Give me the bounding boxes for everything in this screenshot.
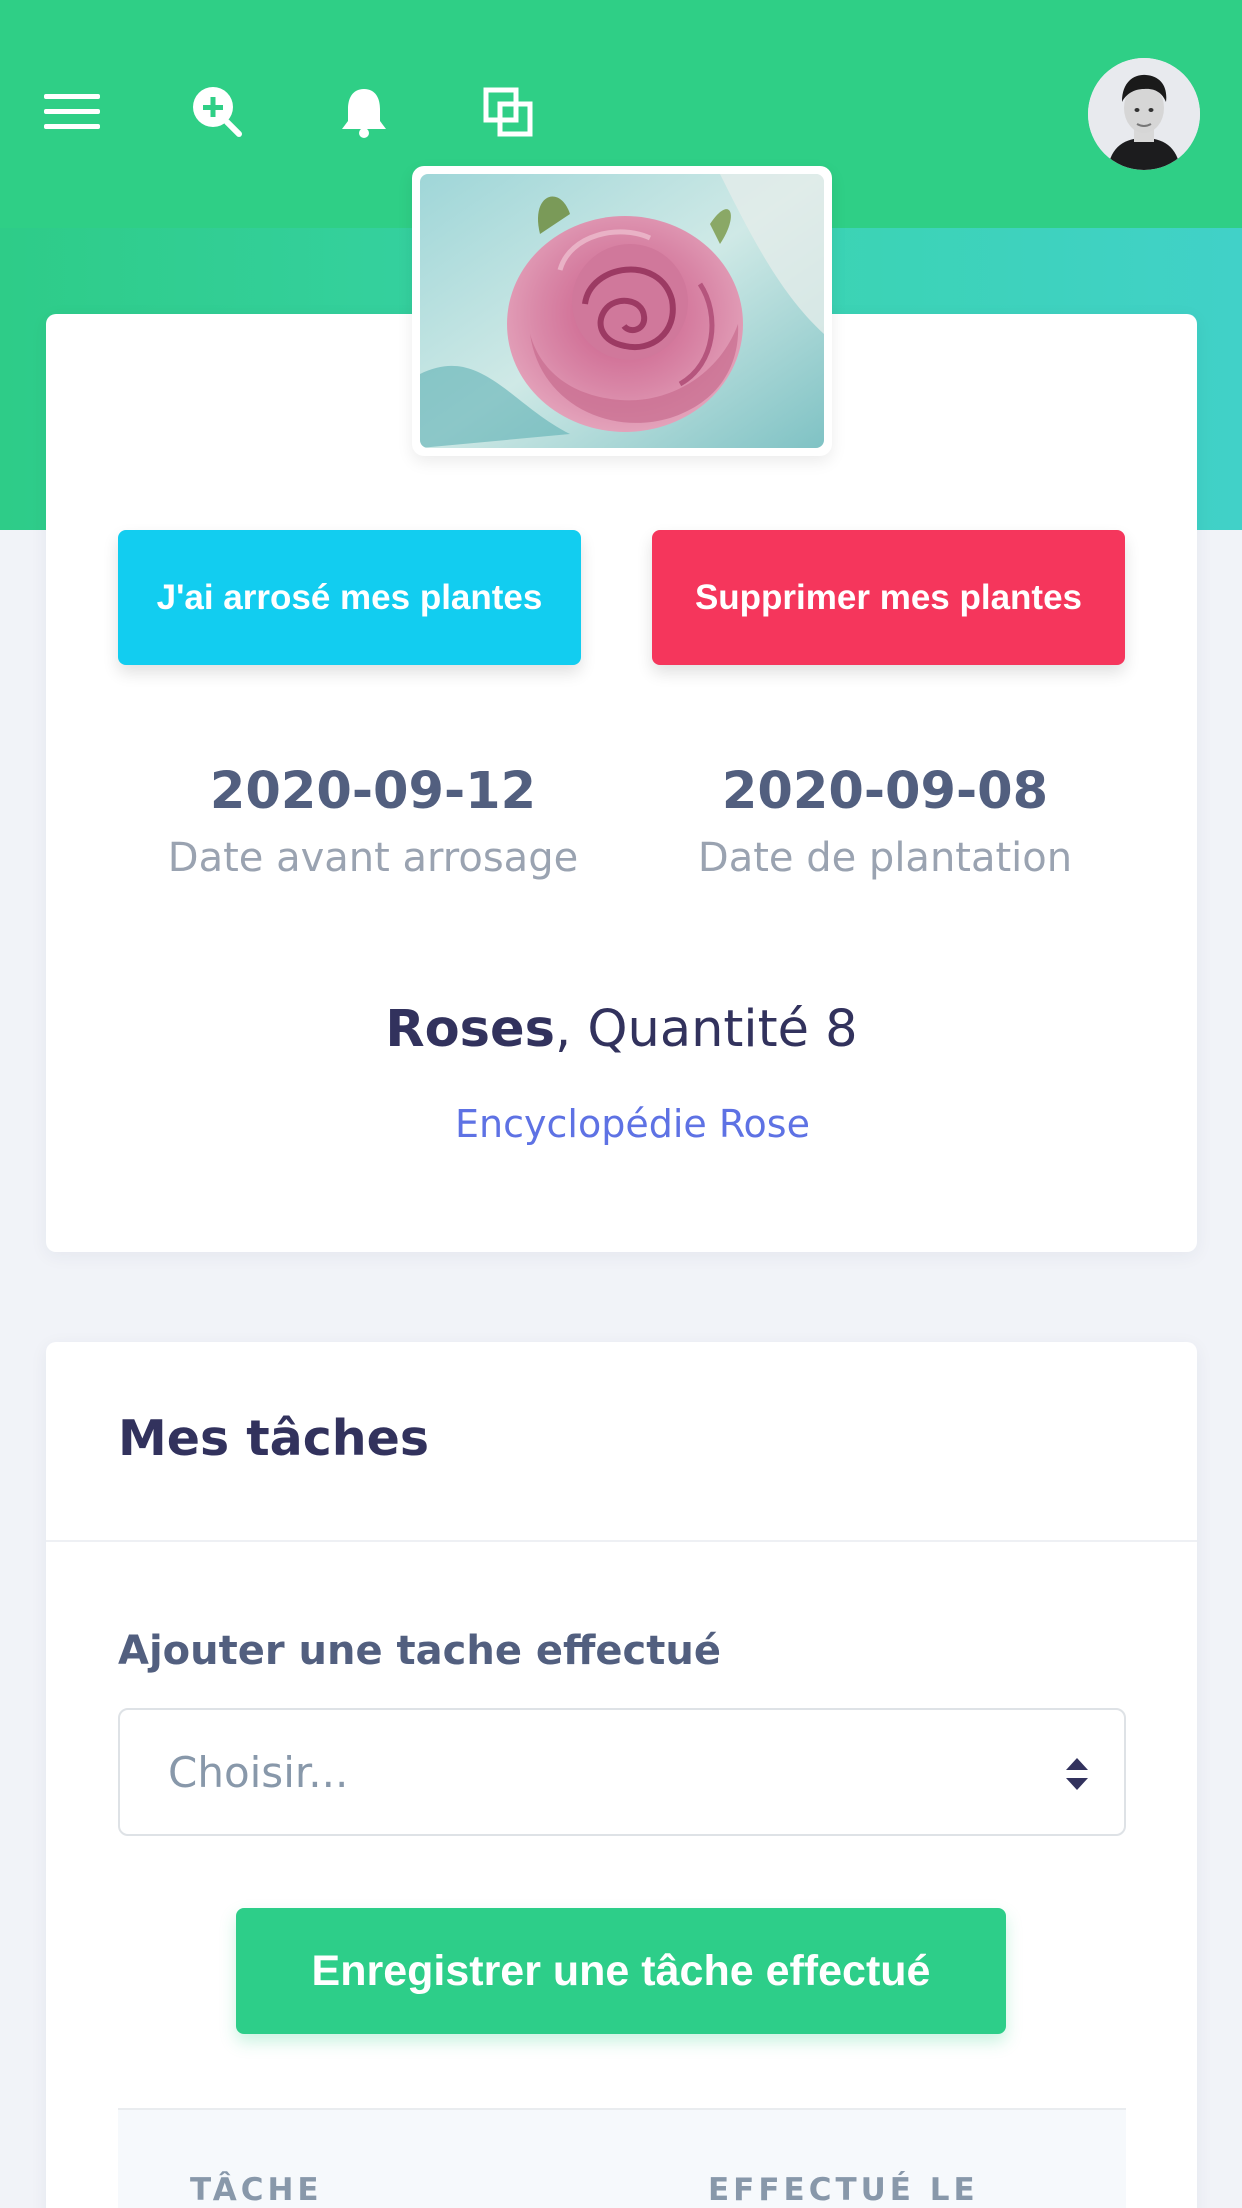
page: J'ai arrosé mes plantes Supprimer mes pl… <box>0 0 1242 2208</box>
menu-icon[interactable] <box>42 82 102 142</box>
task-select[interactable]: Choisir... <box>118 1708 1126 1836</box>
planting-date-stat: 2020-09-08 Date de plantation <box>660 762 1110 881</box>
planting-date-value: 2020-09-08 <box>721 762 1049 821</box>
task-select-value: Choisir... <box>168 1747 349 1797</box>
plant-name-line: Roses, Quantité 8 <box>46 1000 1197 1059</box>
select-arrows-icon <box>1066 1758 1088 1790</box>
plant-photo <box>420 174 824 448</box>
watering-date-label: Date avant arrosage <box>167 835 579 881</box>
bell-icon[interactable] <box>334 82 394 142</box>
delete-plants-button[interactable]: Supprimer mes plantes <box>652 530 1125 665</box>
encyclopedia-link[interactable]: Encyclopédie Rose <box>46 1102 1197 1146</box>
plant-name: Roses <box>385 1000 555 1059</box>
watering-date-value: 2020-09-12 <box>209 762 537 821</box>
tasks-table-header: TÂCHE EFFECTUÉ LE <box>118 2108 1126 2208</box>
add-task-label: Ajouter une tache effectué <box>118 1628 721 1674</box>
tasks-card: Mes tâches Ajouter une tache effectué Ch… <box>46 1342 1197 2208</box>
watering-date-stat: 2020-09-12 Date avant arrosage <box>150 762 596 881</box>
column-header-done-on: EFFECTUÉ LE <box>708 2172 979 2208</box>
zoom-in-icon[interactable] <box>188 82 248 142</box>
plant-photo-frame <box>412 166 832 456</box>
planting-date-label: Date de plantation <box>697 835 1073 881</box>
windows-icon[interactable] <box>478 82 538 142</box>
plant-quantity: , Quantité 8 <box>554 1000 858 1059</box>
tasks-title: Mes tâches <box>118 1410 430 1467</box>
user-avatar[interactable] <box>1088 58 1200 170</box>
save-task-button[interactable]: Enregistrer une tâche effectué <box>236 1908 1006 2034</box>
watered-plants-button[interactable]: J'ai arrosé mes plantes <box>118 530 581 665</box>
card-divider <box>46 1540 1197 1542</box>
column-header-task: TÂCHE <box>190 2172 323 2208</box>
